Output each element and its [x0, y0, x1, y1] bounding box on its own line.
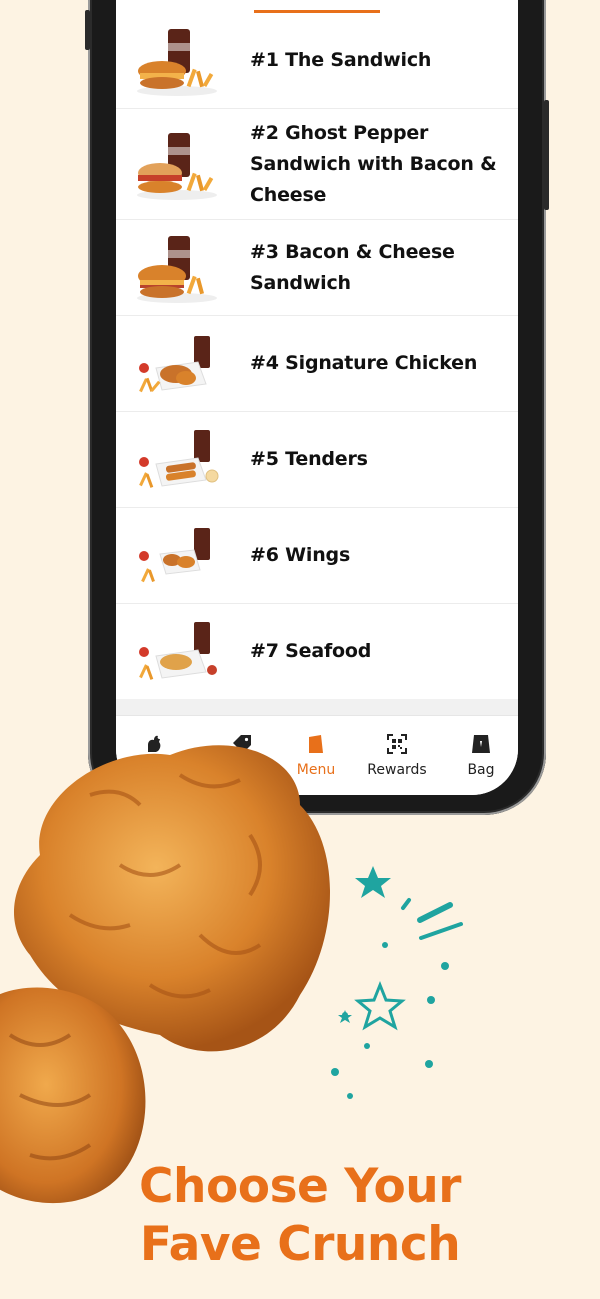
menu-item-tenders[interactable]: #5 Tenders: [116, 412, 518, 508]
bag-icon: [472, 735, 490, 753]
combo-image: [137, 236, 217, 303]
menu-item-label: #2 Ghost Pepper Sandwich with Bacon & Ch…: [250, 121, 497, 206]
headline: Choose Your Fave Crunch: [0, 1158, 600, 1274]
headline-line-1: Choose Your: [139, 1159, 461, 1214]
menu-item-seafood[interactable]: #7 Seafood: [116, 604, 518, 700]
menu-item-label: #4 Signature Chicken: [250, 352, 478, 374]
nav-bag[interactable]: Bag: [456, 716, 506, 778]
headline-line-2: Fave Crunch: [139, 1217, 461, 1272]
combo-image: [139, 336, 210, 393]
combo-image: [139, 622, 217, 680]
menu-item-label: #1 The Sandwich: [250, 49, 432, 71]
menu-item-bacon-cheese[interactable]: #3 Bacon & Cheese Sandwich: [116, 220, 518, 316]
sparkles-decoration: [331, 866, 463, 1099]
phone-side-button: [85, 10, 90, 50]
menu-item-label: #6 Wings: [250, 544, 351, 566]
combo-image: [137, 133, 217, 200]
menu-item-signature-chicken[interactable]: #4 Signature Chicken: [116, 316, 518, 412]
menu-item-label: #3 Bacon & Cheese Sandwich: [250, 240, 455, 294]
combo-image: [137, 29, 217, 96]
menu-item-label: #7 Seafood: [250, 640, 372, 662]
list-footer-gap: [116, 699, 518, 715]
menu-item-the-sandwich[interactable]: #1 The Sandwich: [116, 13, 518, 109]
combo-image: [139, 430, 219, 488]
phone-screen: #1 The Sandwich #2 Ghost Pepper Sandwich…: [116, 0, 518, 795]
menu-item-label: #5 Tenders: [250, 448, 368, 470]
nav-bag-label: Bag: [467, 762, 495, 778]
menu-list: #1 The Sandwich #2 Ghost Pepper Sandwich…: [116, 13, 518, 700]
menu-item-ghost-pepper[interactable]: #2 Ghost Pepper Sandwich with Bacon & Ch…: [116, 109, 518, 220]
phone-power-button: [544, 100, 549, 210]
menu-item-wings[interactable]: #6 Wings: [116, 508, 518, 604]
combo-image: [139, 528, 210, 583]
